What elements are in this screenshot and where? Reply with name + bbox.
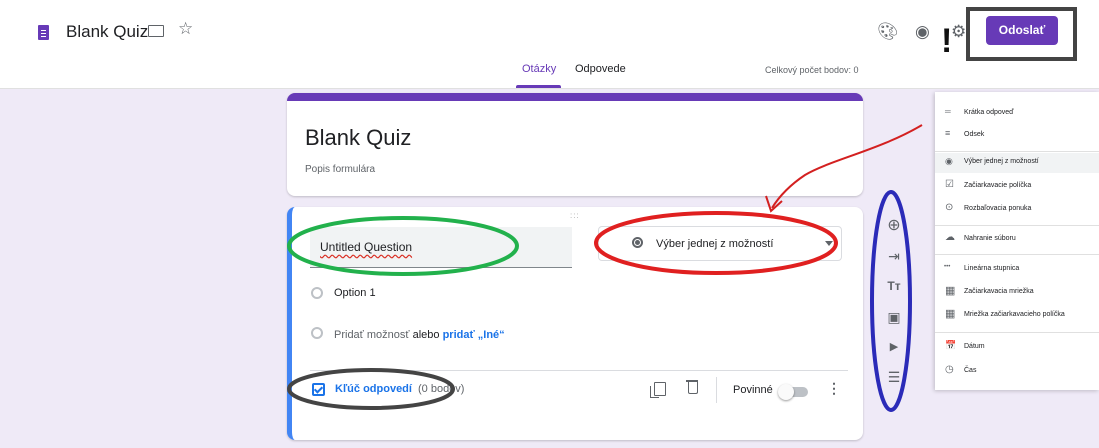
paragraph-icon: ≡	[945, 128, 951, 138]
required-toggle-knob[interactable]	[778, 384, 794, 400]
gear-icon[interactable]: ⚙	[951, 22, 966, 42]
menu-item-dropdown[interactable]: ⊙ Rozbaľovacia ponuka	[935, 200, 1099, 220]
title-text-icon[interactable]: Tт	[883, 275, 905, 297]
radio-icon	[632, 237, 643, 248]
menu-item-linear-scale[interactable]: ••• Lineárna stupnica	[935, 260, 1099, 280]
menu-item-label: Dátum	[964, 343, 985, 350]
top-bar: Blank Quiz ☆ 🎨︎ ◉ ⚙ ! Odoslať Otázky Odp…	[0, 0, 1099, 89]
tab-questions[interactable]: Otázky	[522, 63, 556, 75]
add-other-link[interactable]: pridať „Iné“	[443, 329, 505, 341]
menu-item-label: Výber jednej z možností	[964, 158, 1039, 165]
short-answer-icon: ═	[945, 107, 951, 116]
menu-item-time[interactable]: ◷ Čas	[935, 362, 1099, 382]
question-type-menu: ═ Krátka odpoveď ≡ Odsek ◉ Výber jednej …	[935, 92, 1099, 390]
menu-item-label: Čas	[964, 367, 977, 374]
menu-item-label: Mriežka začiarkavacieho políčka	[964, 311, 1065, 318]
menu-divider	[935, 332, 1099, 333]
footer-separator	[716, 377, 717, 403]
import-question-icon[interactable]: ⇥	[883, 245, 905, 267]
add-option-radio-icon	[311, 327, 323, 339]
caret-down-icon	[825, 241, 833, 246]
doc-title[interactable]: Blank Quiz	[66, 22, 148, 42]
menu-divider	[935, 225, 1099, 226]
menu-item-label: Krátka odpoveď	[964, 109, 1014, 116]
menu-item-date[interactable]: 📅 Dátum	[935, 338, 1099, 358]
question-type-select[interactable]: Výber jednej z možností	[598, 226, 842, 261]
menu-divider	[935, 254, 1099, 255]
annotation-exclamation: !	[941, 22, 953, 60]
question-type-label: Výber jednej z možností	[656, 238, 774, 250]
radio-icon: ◉	[945, 156, 953, 166]
add-option-link[interactable]: Pridať možnosť	[334, 329, 410, 341]
form-title-card[interactable]: Blank Quiz Popis formulára	[287, 93, 863, 196]
question-title: Untitled Question	[320, 240, 413, 254]
required-label: Povinné	[733, 384, 773, 396]
floating-toolbar: ⊕ ⇥ Tт ▣ ▶ ☰	[877, 205, 912, 400]
video-icon[interactable]: ▶	[883, 336, 905, 358]
form-doc-icon	[38, 25, 49, 40]
option-radio-icon	[311, 287, 323, 299]
section-icon[interactable]: ☰	[883, 366, 905, 388]
active-tab-indicator	[516, 85, 561, 88]
drag-handle[interactable]: :::	[570, 211, 580, 220]
menu-item-label: Odsek	[964, 131, 985, 138]
palette-icon[interactable]: 🎨︎	[877, 22, 899, 42]
menu-item-checkboxes[interactable]: ☑ Začiarkavacie políčka	[935, 177, 1099, 197]
star-icon[interactable]: ☆	[178, 19, 193, 39]
answer-key-button[interactable]: Kľúč odpovedí	[335, 383, 412, 395]
answer-key-icon[interactable]	[312, 383, 325, 396]
menu-item-checkbox-grid[interactable]: ▦ Mriežka začiarkavacieho políčka	[935, 306, 1099, 326]
menu-item-paragraph[interactable]: ≡ Odsek	[935, 126, 1099, 146]
points-label: (0 bodov)	[418, 383, 465, 395]
card-divider	[310, 370, 848, 371]
checkbox-icon: ☑	[945, 179, 954, 190]
menu-divider	[935, 151, 1099, 152]
menu-item-short-answer[interactable]: ═ Krátka odpoveď	[935, 104, 1099, 124]
folder-icon[interactable]	[148, 25, 164, 37]
annotation-send-box	[966, 7, 1077, 61]
duplicate-icon[interactable]	[650, 382, 666, 398]
cloud-upload-icon: ☁	[945, 232, 955, 243]
menu-item-label: Lineárna stupnica	[964, 265, 1020, 272]
eye-icon[interactable]: ◉	[915, 22, 930, 42]
menu-item-multiple-choice-grid[interactable]: ▦ Začiarkavacia mriežka	[935, 283, 1099, 303]
menu-item-multiple-choice[interactable]: ◉ Výber jednej z možností	[935, 153, 1099, 173]
add-option-row: Pridať možnosť alebo pridať „Iné“	[334, 329, 505, 341]
grid-icon: ▦	[945, 285, 956, 297]
image-icon[interactable]: ▣	[883, 306, 905, 328]
menu-item-label: Nahranie súboru	[964, 235, 1016, 242]
clock-icon: ◷	[945, 364, 954, 375]
form-title[interactable]: Blank Quiz	[305, 125, 411, 151]
form-description[interactable]: Popis formulára	[305, 164, 375, 175]
dropdown-icon: ⊙	[945, 202, 954, 213]
add-option-or: alebo	[412, 329, 440, 341]
trash-icon[interactable]	[686, 380, 698, 394]
checkbox-grid-icon: ▦	[945, 308, 956, 320]
question-title-field[interactable]: Untitled Question	[310, 227, 572, 268]
linear-scale-icon: •••	[944, 264, 951, 270]
option-label[interactable]: Option 1	[334, 287, 376, 299]
menu-item-label: Začiarkavacia mriežka	[964, 288, 1034, 295]
add-question-icon[interactable]: ⊕	[883, 215, 905, 237]
question-card[interactable]: ::: Untitled Question Výber jednej z mož…	[287, 207, 863, 440]
menu-item-label: Rozbaľovacia ponuka	[964, 205, 1032, 212]
calendar-icon: 📅	[945, 340, 957, 350]
menu-item-label: Začiarkavacie políčka	[964, 182, 1032, 189]
more-vert-icon[interactable]: ⋮	[827, 380, 841, 397]
tab-responses[interactable]: Odpovede	[575, 63, 626, 75]
total-points: Celkový počet bodov: 0	[765, 65, 859, 75]
menu-item-file-upload[interactable]: ☁ Nahranie súboru	[935, 230, 1099, 250]
